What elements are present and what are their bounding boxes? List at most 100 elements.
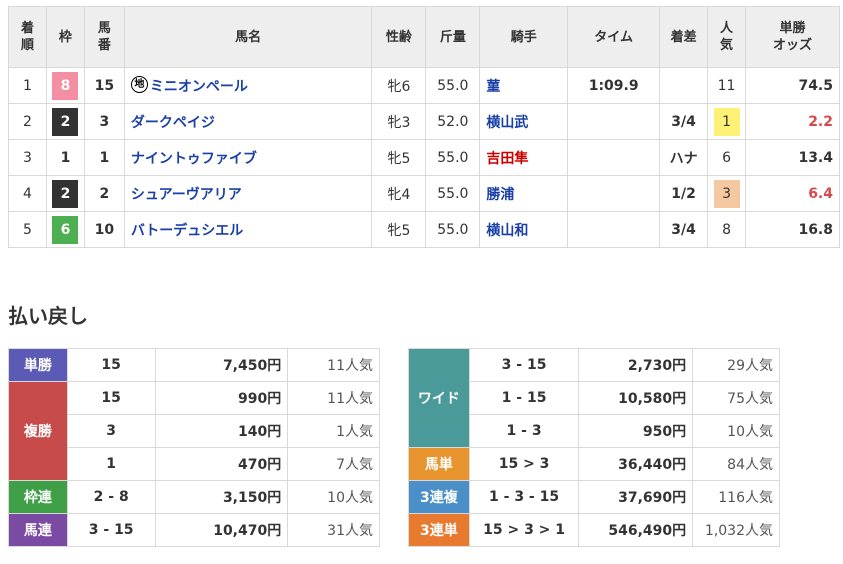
popularity: 1 <box>713 107 740 136</box>
race-time <box>567 139 661 176</box>
header-pop: 人気 <box>707 6 747 68</box>
popularity: 6 <box>722 149 731 166</box>
sex-age: 牝5 <box>371 139 427 176</box>
payout-popularity: 11人気 <box>287 348 380 382</box>
waku-badge: 6 <box>52 215 79 244</box>
payout-amount: 3,150円 <box>154 480 289 514</box>
bet-type-label: 馬連 <box>8 513 68 547</box>
horse-name-link[interactable]: バトーデュシエル <box>131 223 243 239</box>
horse-number: 10 <box>83 211 125 248</box>
payout-combination: 1 - 3 - 15 <box>468 480 580 514</box>
payout-popularity: 31人気 <box>287 513 380 547</box>
payout-amount: 950円 <box>578 414 694 448</box>
payout-row: 馬単 15 > 3 36,440円 84人気 <box>408 447 780 481</box>
header-waku: 枠 <box>45 6 85 68</box>
race-time <box>567 103 661 140</box>
payout-row: 単勝 15 7,450円 11人気 <box>8 348 380 382</box>
jockey-link[interactable]: 横山武 <box>479 103 569 140</box>
waku-cell: 1 <box>45 139 85 176</box>
payout-amount: 10,580円 <box>578 381 694 415</box>
jockey-link[interactable]: 横山和 <box>479 211 569 248</box>
result-row: 5 6 10 バトーデュシエル 牝5 55.0 横山和 3/4 8 16.8 <box>8 211 840 248</box>
horse-number: 1 <box>83 139 125 176</box>
waku-badge: 2 <box>52 107 79 136</box>
payout-amount: 37,690円 <box>578 480 694 514</box>
popularity: 11 <box>717 77 736 94</box>
finish-position: 1 <box>8 67 47 104</box>
header-time: タイム <box>567 6 661 68</box>
horse-name-link[interactable]: シュアーヴアリア <box>131 187 242 203</box>
payout-amount: 2,730円 <box>578 348 694 382</box>
payout-combination: 15 > 3 <box>468 447 580 481</box>
popularity: 8 <box>722 221 731 238</box>
win-odds: 74.5 <box>745 67 840 104</box>
jockey-link[interactable]: 勝浦 <box>479 175 569 212</box>
horse-name-link[interactable]: ダークペイジ <box>131 115 215 131</box>
horse-name-cell: バトーデュシエル <box>123 211 373 248</box>
payout-popularity: 10人気 <box>287 480 380 514</box>
payout-popularity: 116人気 <box>692 480 780 514</box>
payout-amount: 546,490円 <box>578 513 694 547</box>
payout-combination: 1 - 3 <box>468 414 580 448</box>
popularity-cell: 3 <box>707 175 747 212</box>
finish-position: 2 <box>8 103 47 140</box>
bet-type-label: 3連複 <box>408 480 470 514</box>
result-row: 1 8 15 地ミニオンペール 牝6 55.0 菫 1:09.9 11 74.5 <box>8 67 840 104</box>
payout-combination: 15 <box>66 381 156 415</box>
payout-amount: 7,450円 <box>154 348 289 382</box>
horse-name-link[interactable]: ナイントゥファイブ <box>131 151 257 167</box>
result-row: 3 1 1 ナイントゥファイブ 牝5 55.0 吉田隼 ハナ 6 13.4 <box>8 139 840 176</box>
payout-combination: 1 <box>66 447 156 481</box>
bet-type-label: 複勝 <box>8 381 68 481</box>
payout-amount: 140円 <box>154 414 289 448</box>
bet-type-label: 馬単 <box>408 447 470 481</box>
payout-popularity: 29人気 <box>692 348 780 382</box>
horse-name-cell: 地ミニオンペール <box>123 67 373 104</box>
margin: 1/2 <box>659 175 709 212</box>
result-row: 2 2 3 ダークペイジ 牝3 52.0 横山武 3/4 1 2.2 <box>8 103 840 140</box>
sex-age: 牝5 <box>371 211 427 248</box>
horse-name-link[interactable]: ミニオンペール <box>150 79 248 95</box>
finish-position: 5 <box>8 211 47 248</box>
horse-name-cell: ナイントゥファイブ <box>123 139 373 176</box>
results-header-row: 着順 枠 馬番 馬名 性齢 斤量 騎手 タイム 着差 人気 単勝 オッズ <box>8 6 840 68</box>
payout-title: 払い戻し <box>8 304 88 328</box>
race-results-table: 着順 枠 馬番 馬名 性齢 斤量 騎手 タイム 着差 人気 単勝 オッズ 1 8 15… <box>8 6 840 248</box>
waku-cell: 8 <box>45 67 85 104</box>
race-time: 1:09.9 <box>567 67 661 104</box>
carried-weight: 55.0 <box>425 67 481 104</box>
carried-weight: 55.0 <box>425 175 481 212</box>
bet-type-label: 単勝 <box>8 348 68 382</box>
jockey-link[interactable]: 菫 <box>479 67 569 104</box>
bet-type-label: 枠連 <box>8 480 68 514</box>
finish-position: 3 <box>8 139 47 176</box>
bet-type-label: ワイド <box>408 348 470 448</box>
payout-row: ワイド 3 - 15 2,730円 29人気 <box>408 348 780 448</box>
payout-table-right: ワイド 3 - 15 2,730円 29人気 1 - 15 10,580円 75人気 1 - … <box>408 348 780 547</box>
margin: 3/4 <box>659 211 709 248</box>
payout-combination: 15 > 3 > 1 <box>468 513 580 547</box>
result-row: 4 2 2 シュアーヴアリア 牝4 55.0 勝浦 1/2 3 6.4 <box>8 175 840 212</box>
popularity: 3 <box>713 179 740 208</box>
horse-number: 2 <box>83 175 125 212</box>
carried-weight: 52.0 <box>425 103 481 140</box>
race-time <box>567 211 661 248</box>
jockey-link[interactable]: 吉田隼 <box>479 139 569 176</box>
payout-popularity: 1,032人気 <box>692 513 780 547</box>
popularity-cell: 1 <box>707 103 747 140</box>
win-odds: 16.8 <box>745 211 840 248</box>
payout-amount: 36,440円 <box>578 447 694 481</box>
sex-age: 牝6 <box>371 67 427 104</box>
popularity-cell: 6 <box>707 139 747 176</box>
sex-age: 牝4 <box>371 175 427 212</box>
payout-amount: 10,470円 <box>154 513 289 547</box>
carried-weight: 55.0 <box>425 139 481 176</box>
payout-amount: 470円 <box>154 447 289 481</box>
margin: 3/4 <box>659 103 709 140</box>
win-odds: 13.4 <box>745 139 840 176</box>
payout-popularity: 7人気 <box>287 447 380 481</box>
carried-weight: 55.0 <box>425 211 481 248</box>
header-name: 馬名 <box>123 6 373 68</box>
waku-cell: 2 <box>45 175 85 212</box>
waku-badge: 8 <box>52 71 79 100</box>
